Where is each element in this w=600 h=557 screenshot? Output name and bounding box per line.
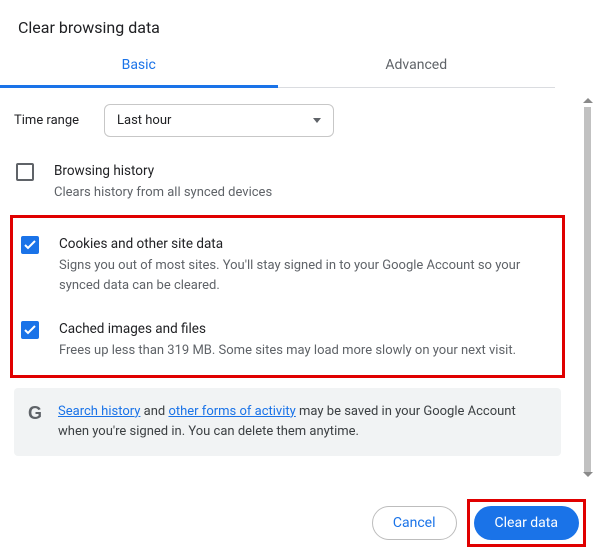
scrollbar[interactable] — [575, 88, 600, 483]
tab-strip: Basic Advanced — [0, 47, 555, 88]
google-account-info: G Search history and other forms of acti… — [14, 388, 561, 456]
option-desc: Signs you out of most sites. You'll stay… — [59, 256, 554, 295]
scroll-track[interactable] — [584, 107, 591, 472]
check-icon — [24, 240, 36, 250]
clear-browsing-data-dialog: Clear browsing data Basic Advanced Time … — [0, 0, 600, 557]
time-range-label: Time range — [14, 113, 104, 128]
check-icon — [24, 325, 36, 335]
option-text: Cookies and other site data Signs you ou… — [59, 234, 554, 295]
checkbox-cache[interactable] — [21, 321, 39, 339]
highlight-options-box: Cookies and other site data Signs you ou… — [10, 215, 565, 378]
option-desc: Frees up less than 319 MB. Some sites ma… — [59, 341, 554, 361]
clear-data-button[interactable]: Clear data — [474, 506, 579, 540]
content-wrap: Time range Last hour Browsing history Cl… — [0, 88, 600, 483]
info-mid: and — [140, 404, 168, 419]
option-text: Cached images and files Frees up less th… — [59, 319, 554, 361]
cancel-button[interactable]: Cancel — [372, 506, 457, 540]
option-text: Browsing history Clears history from all… — [54, 161, 559, 203]
time-range-row: Time range Last hour — [14, 104, 561, 137]
checkbox-cookies[interactable] — [21, 236, 39, 254]
option-cache: Cached images and files Frees up less th… — [19, 311, 556, 365]
option-title: Browsing history — [54, 161, 559, 181]
scroll-down-icon[interactable] — [583, 472, 593, 477]
option-desc: Clears history from all synced devices — [54, 183, 559, 203]
chevron-down-icon — [313, 118, 321, 123]
google-icon: G — [28, 403, 42, 424]
time-range-dropdown[interactable]: Last hour — [104, 104, 334, 137]
dialog-content: Time range Last hour Browsing history Cl… — [0, 88, 575, 483]
option-title: Cookies and other site data — [59, 234, 554, 254]
link-search-history[interactable]: Search history — [58, 404, 140, 419]
scroll-thumb[interactable] — [584, 107, 591, 472]
scroll-up-icon[interactable] — [583, 98, 593, 103]
option-cookies: Cookies and other site data Signs you ou… — [19, 226, 556, 311]
link-other-activity[interactable]: other forms of activity — [168, 404, 295, 419]
checkbox-browsing-history[interactable] — [16, 163, 34, 181]
option-title: Cached images and files — [59, 319, 554, 339]
tab-advanced[interactable]: Advanced — [278, 47, 556, 87]
highlight-clear-button: Clear data — [467, 499, 586, 547]
option-browsing-history: Browsing history Clears history from all… — [14, 155, 561, 209]
dialog-footer: Cancel Clear data — [372, 499, 586, 547]
tab-basic[interactable]: Basic — [0, 47, 278, 88]
info-text: Search history and other forms of activi… — [58, 402, 547, 442]
dialog-title: Clear browsing data — [0, 0, 600, 47]
time-range-value: Last hour — [117, 113, 171, 128]
